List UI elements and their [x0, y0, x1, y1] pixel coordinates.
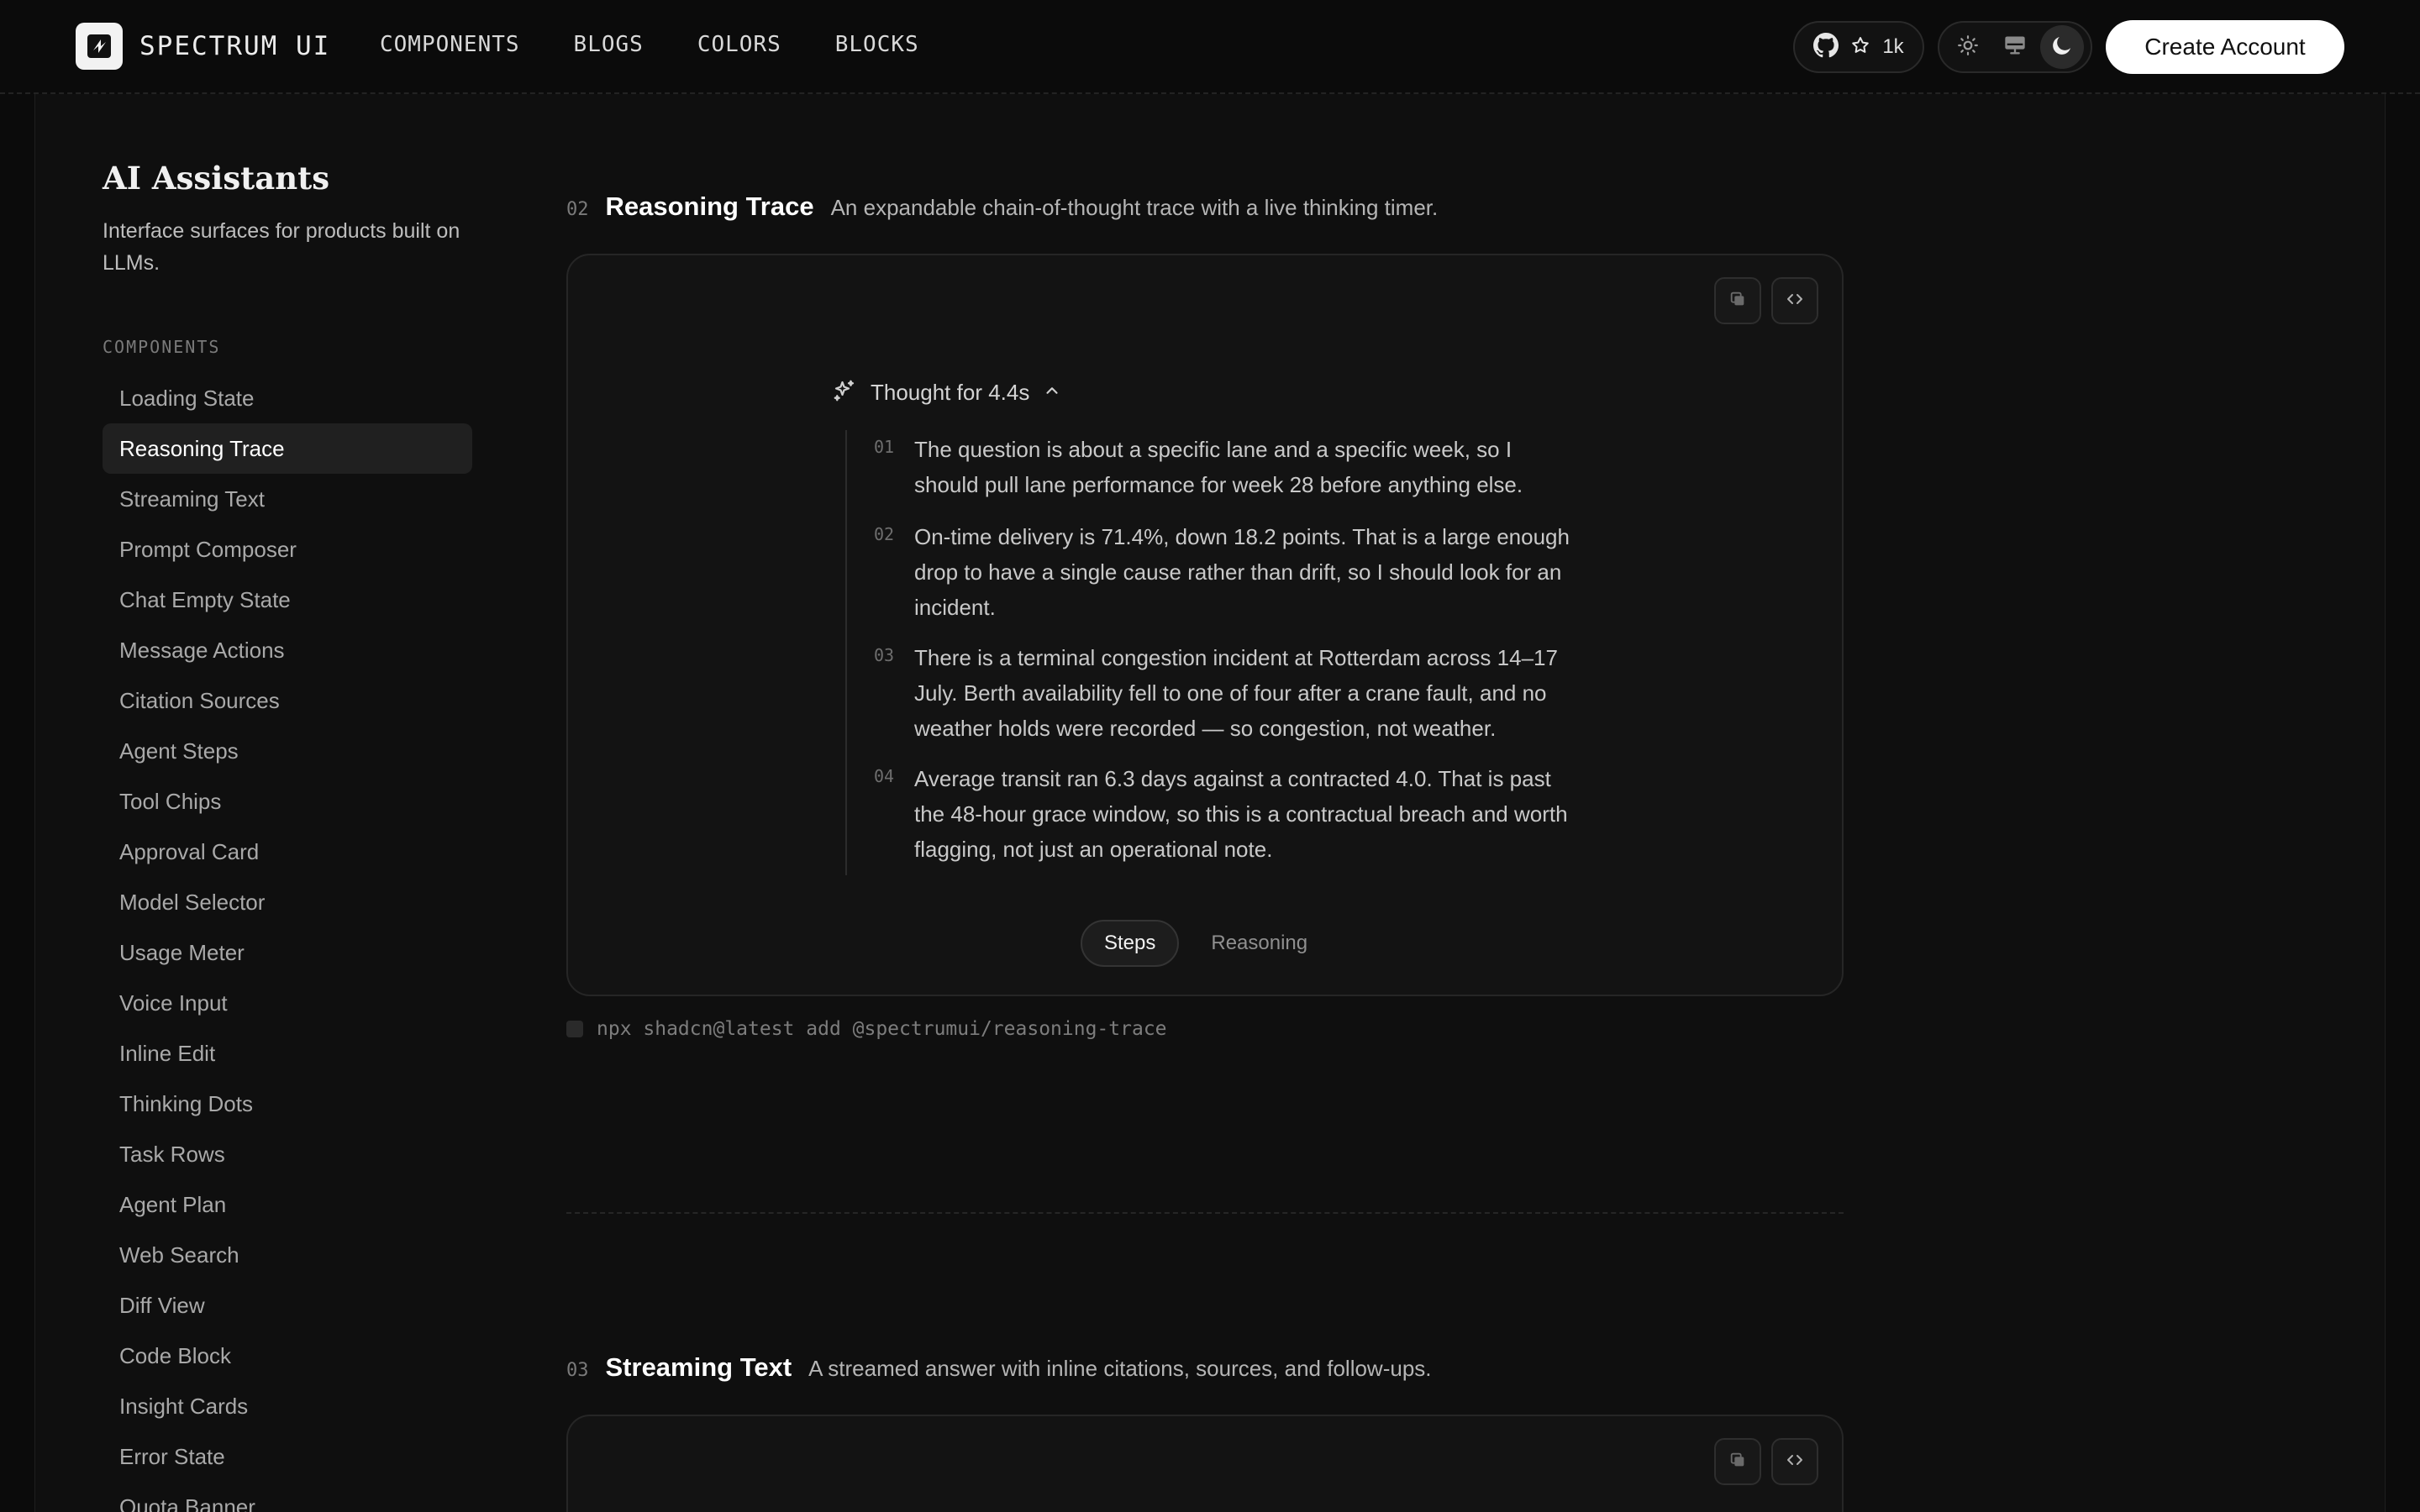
sidebar-item-approval-card[interactable]: Approval Card: [103, 827, 472, 877]
copy-icon: [1728, 1451, 1747, 1473]
sidebar-item-usage-meter[interactable]: Usage Meter: [103, 927, 472, 978]
copy-button[interactable]: [1714, 1438, 1761, 1485]
sidebar-item-quota-banner[interactable]: Quota Banner: [103, 1482, 472, 1512]
step-number: 01: [874, 437, 895, 457]
sidebar-item-voice-input[interactable]: Voice Input: [103, 978, 472, 1028]
reasoning-step: 04 Average transit ran 6.3 days against …: [874, 761, 1580, 867]
github-icon: [1813, 32, 1839, 62]
section-header-reasoning-trace: 02 Reasoning Trace An expandable chain-o…: [566, 192, 1438, 222]
tab-reasoning[interactable]: Reasoning: [1187, 920, 1331, 967]
sidebar-section-label: COMPONENTS: [103, 337, 221, 357]
sidebar-item-task-rows[interactable]: Task Rows: [103, 1129, 472, 1179]
monitor-icon: [2003, 34, 2027, 61]
thought-toggle[interactable]: Thought for 4.4s: [832, 378, 1061, 407]
nav-components[interactable]: COMPONENTS: [380, 32, 520, 57]
sidebar-item-error-state[interactable]: Error State: [103, 1431, 472, 1482]
preview-card-streaming-text: [566, 1415, 1844, 1512]
view-toggle: Steps Reasoning: [1081, 920, 1331, 967]
brand-name: SPECTRUM UI: [139, 31, 331, 61]
install-command-text: npx shadcn@latest add @spectrumui/reason…: [597, 1018, 1167, 1040]
sidebar-item-chat-empty-state[interactable]: Chat Empty State: [103, 575, 472, 625]
section-divider: [566, 1212, 1844, 1214]
step-number: 04: [874, 766, 895, 786]
sidebar-item-tool-chips[interactable]: Tool Chips: [103, 776, 472, 827]
card-toolbar: [1714, 1438, 1818, 1485]
tab-steps[interactable]: Steps: [1081, 920, 1180, 967]
theme-system-button[interactable]: [1993, 25, 2037, 69]
sidebar-description: Interface surfaces for products built on…: [103, 219, 460, 275]
brand-logo-icon: [76, 23, 123, 70]
copy-icon: [1728, 290, 1747, 312]
thought-duration: Thought for 4.4s: [871, 380, 1030, 405]
terminal-icon: [566, 1021, 583, 1037]
star-icon: [1850, 35, 1870, 60]
step-text: On-time delivery is 71.4%, down 18.2 poi…: [914, 524, 1570, 620]
step-text: There is a terminal congestion incident …: [914, 645, 1558, 741]
sidebar-item-prompt-composer[interactable]: Prompt Composer: [103, 524, 472, 575]
nav-colors[interactable]: COLORS: [697, 32, 781, 57]
sidebar-item-code-block[interactable]: Code Block: [103, 1331, 472, 1381]
copy-button[interactable]: [1714, 277, 1761, 324]
brand[interactable]: SPECTRUM UI: [76, 23, 330, 70]
create-account-button[interactable]: Create Account: [2106, 20, 2344, 74]
sidebar-item-web-search[interactable]: Web Search: [103, 1230, 472, 1280]
section-title: Reasoning Trace: [605, 192, 814, 221]
moon-icon: [2049, 33, 2075, 62]
section-title: Streaming Text: [605, 1352, 792, 1382]
sidebar-item-thinking-dots[interactable]: Thinking Dots: [103, 1079, 472, 1129]
sidebar-item-model-selector[interactable]: Model Selector: [103, 877, 472, 927]
sun-icon: [1957, 34, 1979, 60]
view-code-button[interactable]: [1771, 277, 1818, 324]
sidebar-item-loading-state[interactable]: Loading State: [103, 373, 472, 423]
section-description: An expandable chain-of-thought trace wit…: [830, 195, 1439, 220]
reasoning-step: 03 There is a terminal congestion incide…: [874, 640, 1580, 746]
chevron-up-icon: [1043, 381, 1061, 404]
nav-blocks[interactable]: BLOCKS: [835, 32, 919, 57]
theme-switcher: [1938, 21, 2092, 73]
step-text: Average transit ran 6.3 days against a c…: [914, 766, 1568, 862]
reasoning-step: 01 The question is about a specific lane…: [874, 432, 1580, 502]
step-number: 02: [874, 524, 895, 544]
sidebar-title: AI Assistants: [103, 160, 330, 197]
frame-right-border: [2385, 94, 2386, 1512]
section-number: 02: [566, 199, 589, 220]
card-toolbar: [1714, 277, 1818, 324]
step-number: 03: [874, 645, 895, 665]
sidebar-item-message-actions[interactable]: Message Actions: [103, 625, 472, 675]
nav-blogs[interactable]: BLOGS: [574, 32, 644, 57]
steps-rail: [845, 430, 847, 875]
theme-light-button[interactable]: [1946, 25, 1990, 69]
sidebar-item-citation-sources[interactable]: Citation Sources: [103, 675, 472, 726]
view-code-button[interactable]: [1771, 1438, 1818, 1485]
reasoning-step: 02 On-time delivery is 71.4%, down 18.2 …: [874, 519, 1580, 625]
sidebar-item-reasoning-trace[interactable]: Reasoning Trace: [103, 423, 472, 474]
theme-dark-button[interactable]: [2040, 25, 2084, 69]
github-stars-button[interactable]: 1k: [1793, 21, 1924, 73]
preview-card-reasoning-trace: [566, 254, 1844, 996]
section-header-streaming-text: 03 Streaming Text A streamed answer with…: [566, 1352, 1432, 1383]
sidebar-item-agent-plan[interactable]: Agent Plan: [103, 1179, 472, 1230]
sidebar-list: Loading State Reasoning Trace Streaming …: [103, 373, 472, 1512]
code-icon: [1785, 289, 1805, 313]
sidebar-item-inline-edit[interactable]: Inline Edit: [103, 1028, 472, 1079]
install-command[interactable]: npx shadcn@latest add @spectrumui/reason…: [566, 1018, 1167, 1040]
section-number: 03: [566, 1360, 589, 1381]
sidebar-item-streaming-text[interactable]: Streaming Text: [103, 474, 472, 524]
code-icon: [1785, 1450, 1805, 1474]
github-star-count: 1k: [1882, 35, 1904, 58]
step-text: The question is about a specific lane an…: [914, 437, 1523, 497]
top-header: SPECTRUM UI COMPONENTS BLOGS COLORS BLOC…: [0, 0, 2420, 94]
section-description: A streamed answer with inline citations,…: [808, 1356, 1432, 1381]
main-nav: COMPONENTS BLOGS COLORS BLOCKS: [380, 32, 919, 57]
sparkle-icon: [832, 378, 857, 407]
sidebar-item-agent-steps[interactable]: Agent Steps: [103, 726, 472, 776]
sidebar-item-diff-view[interactable]: Diff View: [103, 1280, 472, 1331]
sidebar-item-insight-cards[interactable]: Insight Cards: [103, 1381, 472, 1431]
